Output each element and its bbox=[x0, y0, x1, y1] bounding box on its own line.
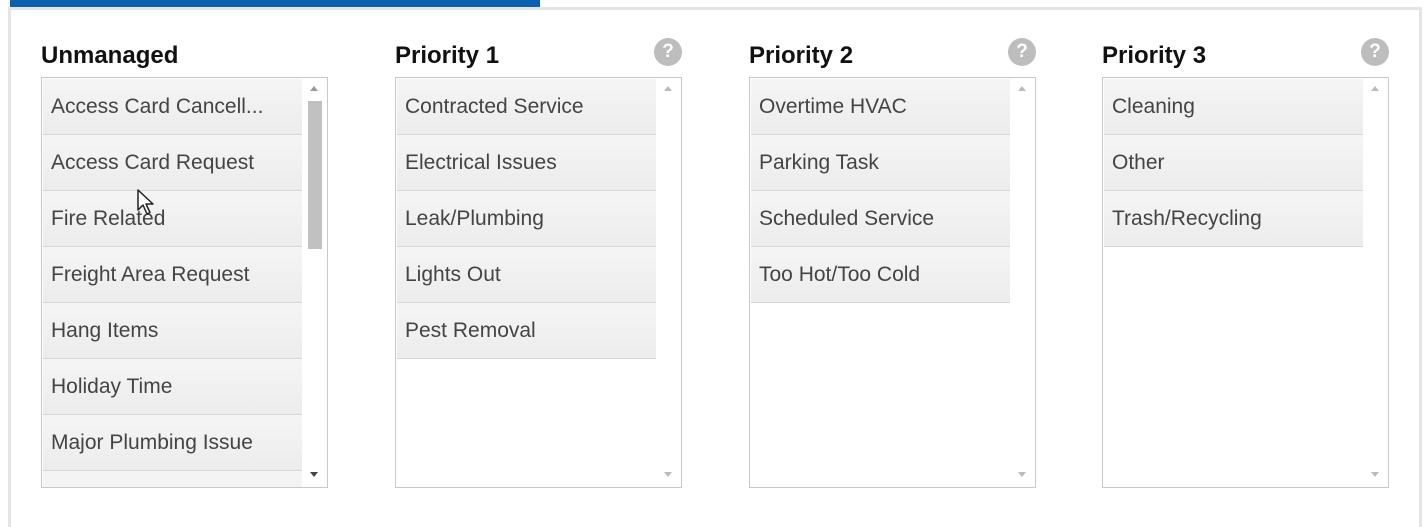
scroll-down-arrow-icon[interactable] bbox=[1018, 472, 1026, 477]
column-heading: Priority 3 bbox=[1102, 42, 1207, 69]
list-item[interactable]: Leak/Plumbing bbox=[397, 191, 656, 247]
listbox-items: Cleaning Other Trash/Recycling bbox=[1104, 79, 1363, 247]
scroll-thumb[interactable] bbox=[308, 101, 322, 249]
list-item-partial[interactable] bbox=[43, 471, 302, 487]
list-item[interactable]: Hang Items bbox=[43, 303, 302, 359]
list-item[interactable]: Overtime HVAC bbox=[751, 79, 1010, 135]
priority-3-listbox[interactable]: Cleaning Other Trash/Recycling bbox=[1102, 77, 1389, 488]
scroll-up-arrow-icon[interactable] bbox=[664, 86, 672, 91]
list-item[interactable]: Parking Task bbox=[751, 135, 1010, 191]
priority-1-listbox[interactable]: Contracted Service Electrical Issues Lea… bbox=[395, 77, 682, 488]
list-item[interactable]: Lights Out bbox=[397, 247, 656, 303]
list-item[interactable]: Holiday Time bbox=[43, 359, 302, 415]
scrollbar[interactable] bbox=[1364, 78, 1388, 487]
list-item[interactable]: Pest Removal bbox=[397, 303, 656, 359]
list-item[interactable]: Freight Area Request bbox=[43, 247, 302, 303]
listbox-items: Overtime HVAC Parking Task Scheduled Ser… bbox=[751, 79, 1010, 303]
scroll-down-arrow-icon[interactable] bbox=[310, 472, 318, 477]
column-priority-1: Priority 1 ? Contracted Service Electric… bbox=[395, 38, 682, 488]
scrollbar[interactable] bbox=[303, 78, 327, 487]
list-item[interactable]: Contracted Service bbox=[397, 79, 656, 135]
listbox-items: Contracted Service Electrical Issues Lea… bbox=[397, 79, 656, 359]
list-item[interactable]: Other bbox=[1104, 135, 1363, 191]
list-item[interactable]: Too Hot/Too Cold bbox=[751, 247, 1010, 303]
listbox-items: Access Card Cancell... Access Card Reque… bbox=[43, 79, 302, 487]
column-priority-3: Priority 3 ? Cleaning Other Trash/Recycl… bbox=[1102, 38, 1389, 488]
list-item[interactable]: Access Card Cancell... bbox=[43, 79, 302, 135]
scrollbar[interactable] bbox=[657, 78, 681, 487]
scroll-up-arrow-icon[interactable] bbox=[1371, 86, 1379, 91]
column-heading: Unmanaged bbox=[41, 42, 179, 69]
list-item[interactable]: Scheduled Service bbox=[751, 191, 1010, 247]
list-item[interactable]: Access Card Request bbox=[43, 135, 302, 191]
list-item[interactable]: Cleaning bbox=[1104, 79, 1363, 135]
column-heading: Priority 2 bbox=[749, 42, 854, 69]
scroll-up-arrow-icon[interactable] bbox=[1018, 86, 1026, 91]
help-icon[interactable]: ? bbox=[654, 38, 682, 66]
list-item[interactable]: Electrical Issues bbox=[397, 135, 656, 191]
help-icon[interactable]: ? bbox=[1361, 38, 1389, 66]
mouse-cursor-icon bbox=[137, 189, 154, 215]
unmanaged-listbox[interactable]: Access Card Cancell... Access Card Reque… bbox=[41, 77, 328, 488]
list-item[interactable]: Trash/Recycling bbox=[1104, 191, 1363, 247]
scrollbar[interactable] bbox=[1011, 78, 1035, 487]
column-priority-2: Priority 2 ? Overtime HVAC Parking Task … bbox=[749, 38, 1036, 488]
scroll-up-arrow-icon[interactable] bbox=[310, 86, 318, 91]
priority-2-listbox[interactable]: Overtime HVAC Parking Task Scheduled Ser… bbox=[749, 77, 1036, 488]
list-item[interactable]: Major Plumbing Issue bbox=[43, 415, 302, 471]
list-item[interactable]: Fire Related bbox=[43, 191, 302, 247]
column-heading: Priority 1 bbox=[395, 42, 500, 69]
scroll-down-arrow-icon[interactable] bbox=[1371, 472, 1379, 477]
scroll-down-arrow-icon[interactable] bbox=[664, 472, 672, 477]
help-icon[interactable]: ? bbox=[1008, 38, 1036, 66]
column-unmanaged: Unmanaged Access Card Cancell... Access … bbox=[41, 38, 328, 488]
